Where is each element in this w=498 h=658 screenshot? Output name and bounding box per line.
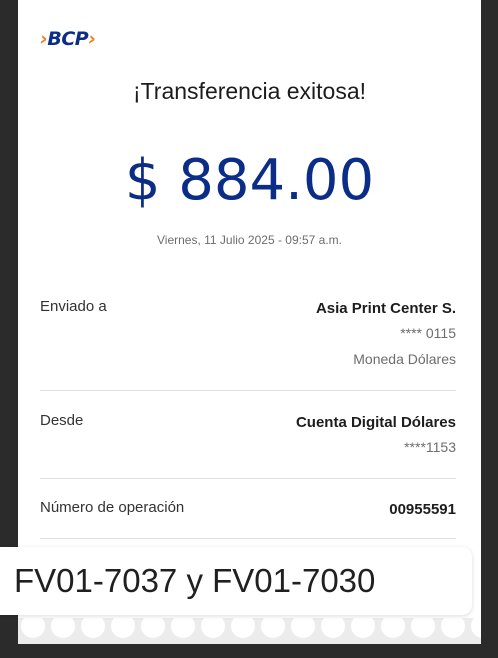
invoice-reference-overlay: FV01-7037 y FV01-7030 (0, 547, 472, 615)
scallop-shape (291, 618, 315, 638)
scallop-shape (141, 618, 165, 638)
source-account-number: ****1153 (404, 439, 456, 455)
scallop-shape (351, 618, 375, 638)
operation-number: 00955591 (389, 501, 456, 518)
divider (40, 478, 456, 479)
scallop-shape (21, 618, 45, 638)
scallop-shape (321, 618, 345, 638)
scallop-shape (51, 618, 75, 638)
receipt-bottom-edge (18, 644, 481, 658)
divider (40, 390, 456, 391)
recipient-name: Asia Print Center S. (315, 300, 456, 317)
chevron-right-icon: › (88, 28, 96, 50)
scallop-shape (471, 618, 481, 638)
scallop-shape (171, 618, 195, 638)
invoice-reference-text: FV01-7037 y FV01-7030 (14, 562, 376, 599)
recipient-account: **** 0115 (400, 325, 456, 341)
scallop-shape (381, 618, 405, 638)
scallop-shape (411, 618, 435, 638)
transfer-amount: $ 884.00 (124, 148, 375, 213)
divider (40, 538, 456, 539)
source-account-name: Cuenta Digital Dólares (295, 414, 456, 431)
operation-label: Número de operación (40, 499, 185, 516)
scallop-shape (261, 618, 285, 638)
sent-to-label: Enviado a (40, 298, 107, 315)
logo-text: BCP (47, 28, 89, 50)
bcp-logo: ›BCP› (40, 28, 96, 50)
scallop-shape (231, 618, 255, 638)
from-label: Desde (40, 412, 84, 429)
scallop-shape (111, 618, 135, 638)
transfer-datetime: Viernes, 11 Julio 2025 - 09:57 a.m. (156, 233, 342, 247)
scallop-shape (441, 618, 465, 638)
recipient-currency: Moneda Dólares (353, 351, 456, 367)
scallop-shape (81, 618, 105, 638)
page-title: ¡Transferencia exitosa! (132, 78, 367, 104)
scallop-shape (201, 618, 225, 638)
receipt-scalloped-edge (18, 618, 481, 644)
